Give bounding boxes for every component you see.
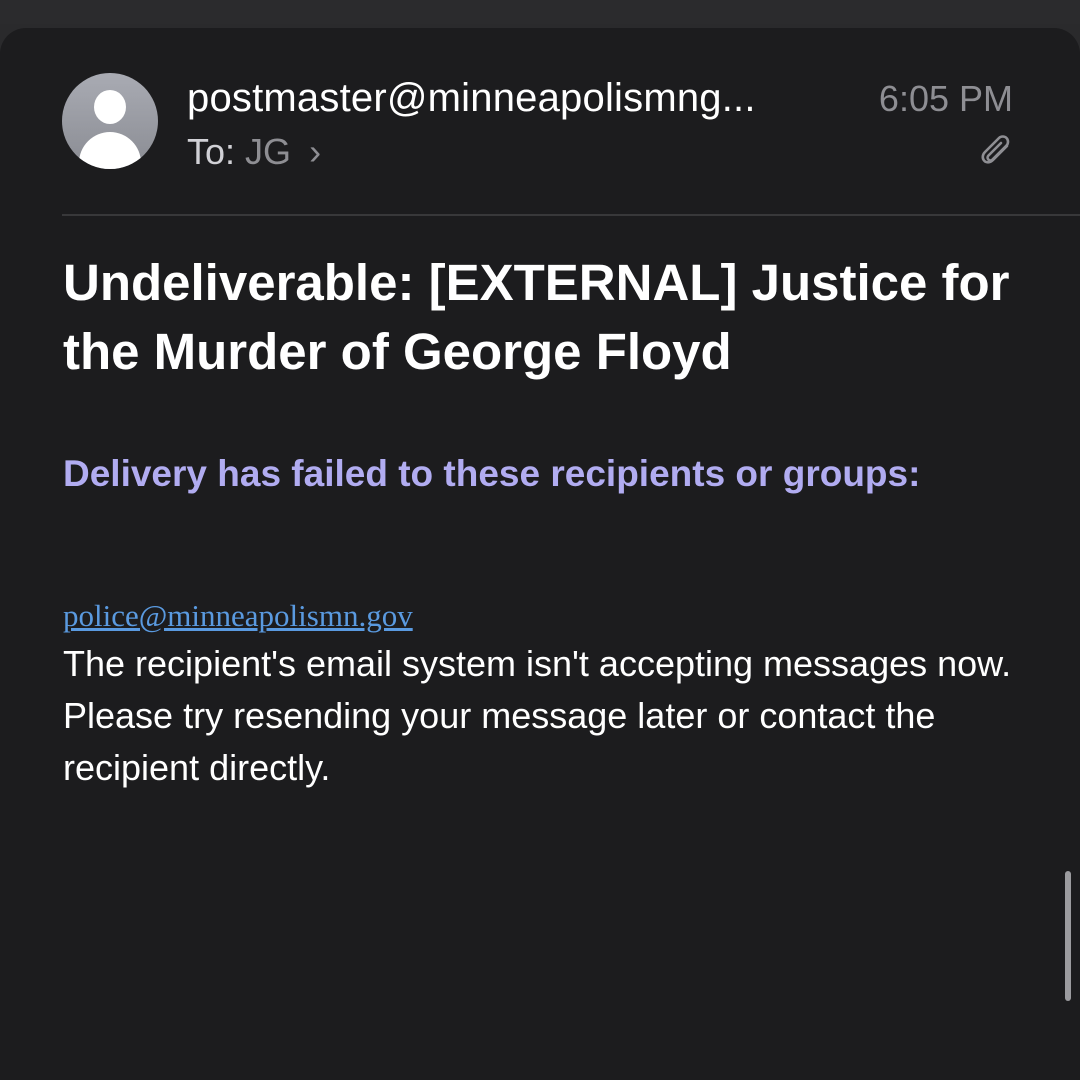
recipient-row[interactable]: To: JG ›	[187, 128, 321, 176]
failed-recipient-link[interactable]: police@minneapolismn.gov	[63, 596, 413, 636]
chevron-right-icon[interactable]: ›	[309, 131, 321, 172]
delivery-failure-message: The recipient's email system isn't accep…	[63, 643, 1012, 788]
header-divider	[62, 214, 1080, 216]
vertical-scrollbar[interactable]	[1065, 871, 1071, 1001]
email-subject: Undeliverable: [EXTERNAL] Justice for th…	[63, 254, 1010, 380]
received-time: 6:05 PM	[878, 78, 1013, 119]
paperclip-icon[interactable]	[980, 133, 1014, 171]
top-status-band	[0, 0, 1080, 24]
avatar-shoulders	[79, 132, 141, 169]
sender-address[interactable]: postmaster@minneapolismng...	[187, 72, 857, 124]
email-view: postmaster@minneapolismng... 6:05 PM To:…	[0, 28, 1080, 1080]
delivery-failed-heading: Delivery has failed to these recipients …	[63, 453, 921, 494]
to-label: To:	[187, 131, 236, 172]
to-recipient[interactable]: JG	[245, 131, 291, 172]
avatar-head	[94, 90, 126, 124]
avatar-icon[interactable]	[62, 73, 158, 169]
